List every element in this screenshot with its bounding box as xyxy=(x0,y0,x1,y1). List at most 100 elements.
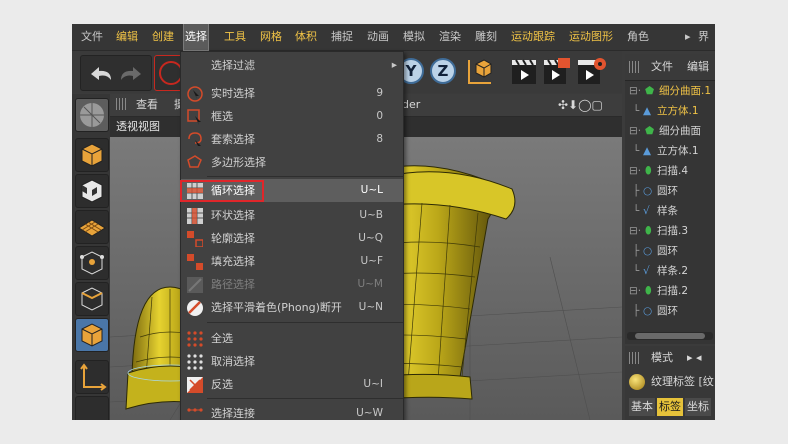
cursor-icon xyxy=(159,61,183,85)
phong-break-icon xyxy=(187,300,203,316)
object-manager-tab-file[interactable]: 文件 xyxy=(651,54,673,80)
menu-select[interactable]: 选择 xyxy=(183,24,209,51)
object-manager-header: 文件 编辑 xyxy=(625,54,715,81)
viewport-menu-render-partial[interactable]: der xyxy=(402,94,420,116)
sweep-icon: ⬮ xyxy=(645,285,652,297)
chevron-right-icon[interactable]: ▸ ◂ xyxy=(687,346,702,370)
menu-snap[interactable]: 捕捉 xyxy=(330,24,354,50)
subdivision-icon: ⬟ xyxy=(645,85,655,97)
material-ball-icon xyxy=(629,374,645,390)
menu-item-outline-selection[interactable]: 轮廓选择 U~Q xyxy=(181,227,403,250)
subdivision-icon: ⬟ xyxy=(645,125,655,137)
menu-mesh[interactable]: 网格 xyxy=(259,24,283,50)
tree-item[interactable]: └ ▲ 立方体.1 xyxy=(625,141,715,161)
live-select-icon xyxy=(187,86,203,102)
menu-create[interactable]: 创建 xyxy=(151,24,175,50)
tree-item[interactable]: ⊟· ⬟ 细分曲面 xyxy=(625,121,715,141)
spline-icon: √ xyxy=(643,265,650,277)
menu-item-path-selection[interactable]: 路径选择 U~M xyxy=(181,273,403,296)
tree-item[interactable]: ⊟· ⬮ 扫描.2 xyxy=(625,281,715,301)
texture-mode-icon[interactable] xyxy=(75,174,109,208)
menu-sculpt[interactable]: 雕刻 xyxy=(474,24,498,50)
attribute-mode-menu[interactable]: 模式 xyxy=(651,346,673,370)
cube-icon: ▲ xyxy=(643,145,652,157)
menu-item-select-all[interactable]: 全选 xyxy=(181,327,403,350)
tweak-mode-icon[interactable] xyxy=(75,396,109,420)
menu-item-polygon-selection[interactable]: 多边形选择 xyxy=(181,151,403,174)
menu-mograph[interactable]: 运动图形 xyxy=(568,24,614,50)
menu-item-phong-break-selection[interactable]: 选择平滑着色(Phong)断开 U~N xyxy=(181,296,403,319)
spline-icon: √ xyxy=(643,205,650,217)
menu-character[interactable]: 角色 xyxy=(626,24,650,50)
coordinate-system-icon[interactable] xyxy=(464,56,494,86)
menu-item-deselect[interactable]: 取消选择 xyxy=(181,350,403,373)
ring-select-icon xyxy=(187,208,203,224)
polygons-mode-icon[interactable] xyxy=(75,318,109,352)
render-view-icon[interactable] xyxy=(510,56,538,86)
tree-item[interactable]: ├ ○ 圆环 xyxy=(625,301,715,321)
tree-item[interactable]: ⊟· ⬟ 细分曲面.1 xyxy=(625,81,715,101)
rect-select-icon xyxy=(187,109,201,125)
menu-bar: 文件 编辑 创建 选择 工具 网格 体积 捕捉 动画 模拟 渲染 雕刻 运动跟踪… xyxy=(72,24,715,69)
circle-spline-icon: ○ xyxy=(643,305,653,317)
menu-item-fill-selection[interactable]: 填充选择 U~F xyxy=(181,250,403,273)
menu-tools[interactable]: 工具 xyxy=(223,24,247,50)
menu-interface[interactable]: 界面 xyxy=(697,24,715,69)
tree-item[interactable]: ├ ○ 圆环 xyxy=(625,181,715,201)
invert-select-icon xyxy=(187,377,203,393)
select-menu-dropdown: 选择过滤 ▸ 实时选择 9 框选 0 套索选择 8 多边形选择 循环选择 U~L 环状选… xyxy=(180,51,404,422)
menu-item-rectangle-selection[interactable]: 框选 0 xyxy=(181,105,403,128)
highlight-box xyxy=(180,180,264,202)
viewport-nav-icons[interactable]: ✣⬇◯▢ xyxy=(558,94,603,116)
workplane-grid-icon[interactable] xyxy=(75,210,109,244)
menu-item-invert-selection[interactable]: 反选 U~I xyxy=(181,373,403,396)
menu-file[interactable]: 文件 xyxy=(80,24,104,50)
model-mode-icon[interactable] xyxy=(75,138,109,172)
attribute-manager: 模式 ▸ ◂ 纹理标签 [纹 基本 标签 坐标 xyxy=(625,346,715,420)
menu-volume[interactable]: 体积 xyxy=(294,24,318,50)
sweep-icon: ⬮ xyxy=(645,165,652,177)
horizontal-scrollbar[interactable] xyxy=(627,332,713,340)
tree-item[interactable]: └ ▲ 立方体.1 xyxy=(625,101,715,121)
tree-item[interactable]: ⊟· ⬮ 扫描.4 xyxy=(625,161,715,181)
fill-select-icon xyxy=(187,254,203,270)
deselect-icon xyxy=(187,354,203,370)
workplane-icon[interactable] xyxy=(75,98,109,132)
undo-icon[interactable] xyxy=(81,56,151,90)
object-manager-tab-edit[interactable]: 编辑 xyxy=(687,54,709,80)
chevron-right-icon[interactable]: ▸ xyxy=(684,24,692,50)
attr-tab-basic[interactable]: 基本 xyxy=(629,398,655,416)
render-icon[interactable] xyxy=(542,56,570,86)
attr-tab-tag[interactable]: 标签 xyxy=(657,398,683,416)
tree-item[interactable]: └ √ 样条.2 xyxy=(625,261,715,281)
menu-render[interactable]: 渲染 xyxy=(438,24,462,50)
grip-icon xyxy=(629,61,639,73)
circle-spline-icon: ○ xyxy=(643,245,653,257)
menu-item-ring-selection[interactable]: 环状选择 U~B xyxy=(181,204,403,227)
attr-tab-coords[interactable]: 坐标 xyxy=(685,398,711,416)
tree-item[interactable]: └ √ 样条 xyxy=(625,201,715,221)
edges-mode-icon[interactable] xyxy=(75,282,109,316)
path-select-icon xyxy=(187,277,203,293)
tree-item[interactable]: ├ ○ 圆环 xyxy=(625,241,715,261)
menu-edit[interactable]: 编辑 xyxy=(115,24,139,50)
menu-motion-tracking[interactable]: 运动跟踪 xyxy=(510,24,556,50)
menu-item-select-connected[interactable]: 选择连接 U~W xyxy=(181,402,403,421)
points-mode-icon[interactable] xyxy=(75,246,109,280)
tree-item[interactable]: ⊟· ⬮ 扫描.3 xyxy=(625,221,715,241)
axis-mode-icon[interactable] xyxy=(75,360,109,394)
menu-simulate[interactable]: 模拟 xyxy=(402,24,426,50)
axis-z-button[interactable]: Z xyxy=(430,58,456,84)
menu-item-selection-filter[interactable]: 选择过滤 ▸ xyxy=(181,54,403,77)
mode-toolbar xyxy=(72,94,110,420)
cube-icon: ▲ xyxy=(643,105,652,117)
menu-animate[interactable]: 动画 xyxy=(366,24,390,50)
menu-item-lasso-selection[interactable]: 套索选择 8 xyxy=(181,128,403,151)
menu-item-live-selection[interactable]: 实时选择 9 xyxy=(181,82,403,105)
render-settings-icon[interactable] xyxy=(576,56,606,86)
attribute-object-name: 纹理标签 [纹 xyxy=(651,375,714,388)
viewport-menu-view[interactable]: 查看 xyxy=(136,94,158,116)
select-all-icon xyxy=(187,331,203,347)
grip-icon xyxy=(116,98,128,110)
sweep-icon: ⬮ xyxy=(645,225,652,237)
